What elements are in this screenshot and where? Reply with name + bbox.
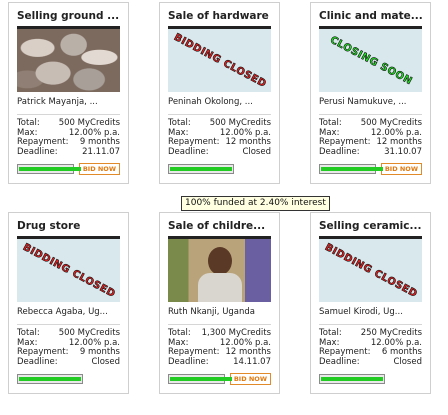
loan-image[interactable]: [168, 236, 271, 302]
stat-value: 31.10.07: [384, 146, 422, 157]
loan-title[interactable]: Selling ceramic...: [319, 219, 422, 233]
borrower-photo-body: [198, 273, 242, 302]
stat-value: Closed: [393, 356, 422, 367]
bid-now-button[interactable]: BID NOW: [380, 163, 422, 175]
loan-title[interactable]: Drug store: [17, 219, 120, 233]
loan-card[interactable]: Clinic and mate... CLOSING SOON Perusi N…: [310, 2, 431, 184]
stat-row: Deadline: 31.10.07: [319, 146, 422, 158]
borrower-name: Ruth Nkanji, Uganda: [168, 307, 256, 317]
funding-progress-fill: [170, 167, 232, 171]
stat-value: Closed: [242, 146, 271, 157]
funding-progress-bar: [168, 164, 234, 174]
loan-footer: BID NOW: [168, 372, 271, 386]
funding-progress-bar: [319, 374, 385, 384]
loan-footer: [319, 372, 422, 386]
closing-soon-stamp: CLOSING SOON: [327, 34, 414, 87]
loan-footer: BID NOW: [17, 162, 120, 176]
loan-image[interactable]: BIDDING CLOSED: [17, 236, 120, 302]
stat-row: Deadline: Closed: [168, 146, 271, 158]
stat-label: Deadline:: [17, 356, 58, 367]
loan-card[interactable]: Selling ceramic... BIDDING CLOSED Samuel…: [310, 212, 431, 394]
borrower-name: Rebecca Agaba, Ug...: [17, 307, 108, 317]
stat-value: 14.11.07: [233, 356, 271, 367]
funding-progress-fill: [321, 377, 383, 381]
loan-stats: Total: 500 MyCredits Max: 12.00% p.a. Re…: [17, 328, 120, 368]
loan-stats: Total: 500 MyCredits Max: 12.00% p.a. Re…: [168, 118, 271, 158]
funding-progress-bar: [17, 374, 83, 384]
borrower-name: Peninah Okolong, ...: [168, 97, 253, 107]
loan-title[interactable]: Clinic and mate...: [319, 9, 422, 23]
borrower-name: Samuel Kirodi, Ug...: [319, 307, 403, 317]
loan-title[interactable]: Selling ground ...: [17, 9, 120, 23]
funding-progress-fill: [19, 167, 81, 171]
divider: [319, 114, 422, 115]
bidding-closed-stamp: BIDDING CLOSED: [20, 241, 117, 300]
divider: [17, 324, 120, 325]
funding-progress-bar: [168, 374, 232, 384]
loan-image[interactable]: BIDDING CLOSED: [168, 26, 271, 92]
stat-label: Deadline:: [319, 146, 360, 157]
funding-progress-bar: [319, 164, 383, 174]
loan-card[interactable]: Drug store BIDDING CLOSED Rebecca Agaba,…: [8, 212, 129, 394]
borrower-name: Patrick Mayanja, ...: [17, 97, 98, 107]
stat-label: Deadline:: [17, 146, 58, 157]
stat-label: Deadline:: [319, 356, 360, 367]
stat-value: Closed: [91, 356, 120, 367]
bid-now-button[interactable]: BID NOW: [229, 373, 271, 385]
loan-title[interactable]: Sale of hardware: [168, 9, 271, 23]
funding-progress-bar: [17, 164, 81, 174]
loan-footer: BID NOW: [319, 162, 422, 176]
loan-card[interactable]: Sale of childre... Ruth Nkanji, Uganda T…: [159, 212, 280, 394]
loan-title[interactable]: Sale of childre...: [168, 219, 271, 233]
stat-row: Deadline: Closed: [17, 356, 120, 368]
stat-label: Deadline:: [168, 356, 209, 367]
loan-footer: [168, 162, 271, 176]
divider: [17, 114, 120, 115]
stat-row: Deadline: 21.11.07: [17, 146, 120, 158]
funding-progress-fill: [19, 377, 81, 381]
loan-card[interactable]: Sale of hardware BIDDING CLOSED Peninah …: [159, 2, 280, 184]
loan-image[interactable]: [17, 26, 120, 92]
funding-tooltip: 100% funded at 2.40% interest: [181, 196, 330, 211]
divider: [168, 114, 271, 115]
loan-image[interactable]: CLOSING SOON: [319, 26, 422, 92]
loan-stats: Total: 1,300 MyCredits Max: 12.00% p.a. …: [168, 328, 271, 368]
bidding-closed-stamp: BIDDING CLOSED: [322, 241, 419, 300]
divider: [319, 324, 422, 325]
borrower-photo-head: [208, 247, 232, 275]
loan-stats: Total: 500 MyCredits Max: 12.00% p.a. Re…: [17, 118, 120, 158]
funding-progress-fill: [170, 377, 232, 381]
borrower-name: Perusi Namukuve, ...: [319, 97, 407, 107]
divider: [168, 324, 271, 325]
stat-row: Deadline: Closed: [319, 356, 422, 368]
bid-now-button[interactable]: BID NOW: [78, 163, 120, 175]
loan-card[interactable]: Selling ground ... Patrick Mayanja, ... …: [8, 2, 129, 184]
bidding-closed-stamp: BIDDING CLOSED: [171, 31, 268, 90]
funding-progress-fill: [321, 167, 383, 171]
stat-row: Deadline: 14.11.07: [168, 356, 271, 368]
stat-value: 21.11.07: [82, 146, 120, 157]
loan-footer: [17, 372, 120, 386]
loan-stats: Total: 500 MyCredits Max: 12.00% p.a. Re…: [319, 118, 422, 158]
loan-stats: Total: 250 MyCredits Max: 12.00% p.a. Re…: [319, 328, 422, 368]
stat-label: Deadline:: [168, 146, 209, 157]
loan-image[interactable]: BIDDING CLOSED: [319, 236, 422, 302]
